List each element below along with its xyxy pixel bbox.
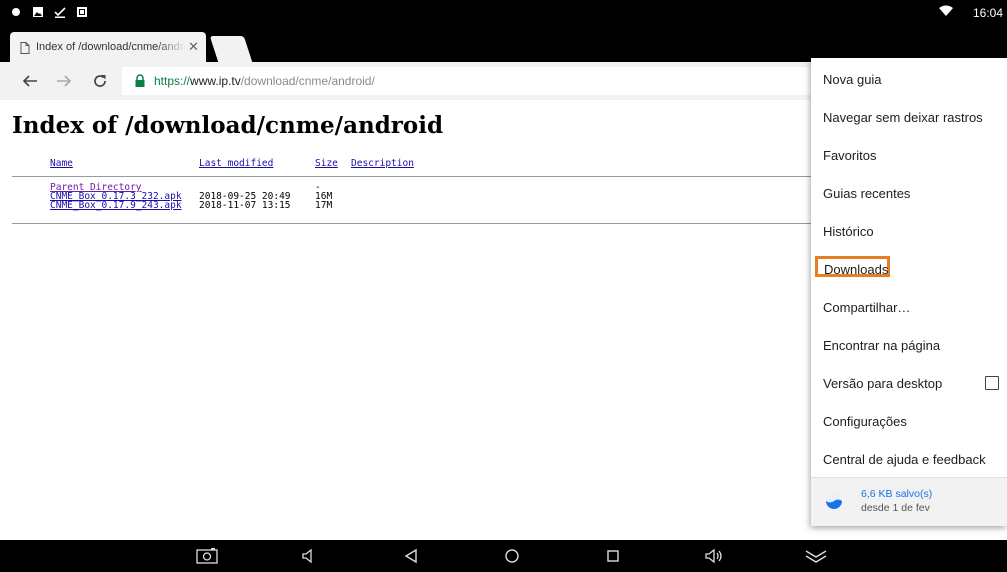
- screenshot-icon: [76, 6, 88, 18]
- menu-item-compartilhar[interactable]: Compartilhar…: [811, 288, 1007, 326]
- menu-item-label: Histórico: [823, 223, 874, 239]
- overflow-menu: Nova guia Navegar sem deixar rastros Fav…: [811, 58, 1007, 526]
- download-done-icon: [54, 6, 66, 18]
- close-icon[interactable]: ✕: [188, 39, 199, 55]
- reload-button[interactable]: [86, 62, 114, 100]
- menu-item-label: Versão para desktop: [823, 375, 943, 391]
- wifi-icon: [938, 5, 953, 20]
- arrow-left-icon: [22, 75, 37, 87]
- menu-item-encontrar-na-pagina[interactable]: Encontrar na página: [811, 326, 1007, 364]
- reload-icon: [94, 75, 106, 87]
- url-scheme: https://: [154, 74, 191, 88]
- back-icon[interactable]: [400, 546, 422, 566]
- data-saver-footer[interactable]: 6,6 KB salvo(s) desde 1 de fev: [811, 478, 1007, 526]
- column-last-modified-link[interactable]: Last modified: [199, 158, 273, 169]
- image-icon: [32, 6, 44, 18]
- data-saver-icon: [825, 492, 843, 510]
- menu-item-label: Favoritos: [823, 147, 877, 163]
- column-name-link[interactable]: Name: [50, 158, 73, 169]
- tab-title: Index of /download/cnme/android/: [36, 41, 186, 53]
- menu-item-versao-para-desktop[interactable]: Versão para desktop: [811, 364, 1007, 402]
- menu-item-historico[interactable]: Histórico: [811, 212, 1007, 250]
- file-link[interactable]: CNME_Box_0.17.9_243.apk: [50, 201, 182, 211]
- menu-item-label: Compartilhar…: [823, 299, 911, 315]
- back-button[interactable]: [16, 62, 44, 100]
- address-bar[interactable]: https://www.ip.tv/download/cnme/android/: [122, 67, 812, 95]
- page-title: Index of /download/cnme/android: [12, 112, 444, 139]
- collapse-icon[interactable]: [805, 546, 827, 566]
- table-row: CNME_Box_0.17.9_243.apk 2018-11-07 13:15…: [0, 200, 800, 211]
- desktop-checkbox[interactable]: [985, 376, 999, 390]
- url-path: /download/cnme/android/: [240, 74, 375, 88]
- tab-strip: Index of /download/cnme/android/ ✕: [0, 26, 1007, 62]
- divider: [12, 223, 812, 224]
- menu-item-label: Downloads: [824, 261, 889, 277]
- forward-button[interactable]: [50, 62, 78, 100]
- menu-item-nova-guia[interactable]: Nova guia: [811, 60, 1007, 98]
- menu-item-label: Navegar sem deixar rastros: [823, 109, 983, 125]
- page-icon: [20, 41, 30, 54]
- menu-item-guias-recentes[interactable]: Guias recentes: [811, 174, 1007, 212]
- file-modified: 2018-11-07 13:15: [199, 200, 291, 211]
- data-saver-since: desde 1 de fev: [861, 502, 930, 514]
- volume-up-icon[interactable]: [703, 546, 725, 566]
- menu-item-label: Central de ajuda e feedback: [823, 451, 986, 467]
- menu-item-favoritos[interactable]: Favoritos: [811, 136, 1007, 174]
- status-bar: 16:04: [0, 0, 1007, 26]
- menu-item-label: Nova guia: [823, 71, 882, 87]
- status-time: 16:04: [972, 5, 1003, 20]
- menu-item-navegar-sem-deixar-rastros[interactable]: Navegar sem deixar rastros: [811, 98, 1007, 136]
- new-tab-button[interactable]: [209, 36, 253, 62]
- column-size-link[interactable]: Size: [315, 158, 338, 169]
- home-icon[interactable]: [501, 546, 523, 566]
- menu-item-label: Guias recentes: [823, 185, 911, 201]
- menu-item-label: Encontrar na página: [823, 337, 941, 353]
- menu-item-label: Configurações: [823, 413, 907, 429]
- menu-item-configuracoes[interactable]: Configurações: [811, 402, 1007, 440]
- status-icons-left: [10, 6, 88, 18]
- navigation-bar: [0, 540, 1007, 572]
- screenshot-icon[interactable]: [196, 546, 218, 566]
- url-host: www.ip.tv: [190, 74, 241, 88]
- column-description-link[interactable]: Description: [351, 158, 414, 169]
- arrow-right-icon: [57, 75, 72, 87]
- volume-down-icon[interactable]: [298, 546, 320, 566]
- file-size: 17M: [315, 200, 333, 211]
- menu-item-central-de-ajuda[interactable]: Central de ajuda e feedback: [811, 440, 1007, 478]
- status-right: 16:04: [938, 5, 1003, 20]
- menu-item-downloads[interactable]: Downloads: [811, 250, 1007, 288]
- data-saver-value: 6,6 KB salvo(s): [861, 488, 933, 500]
- notification-dot-icon: [10, 6, 22, 18]
- url-text: https://www.ip.tv/download/cnme/android/: [154, 74, 375, 88]
- lock-icon: [134, 74, 146, 88]
- divider: [12, 176, 812, 177]
- tab-active[interactable]: Index of /download/cnme/android/ ✕: [10, 32, 206, 62]
- recents-icon[interactable]: [602, 546, 624, 566]
